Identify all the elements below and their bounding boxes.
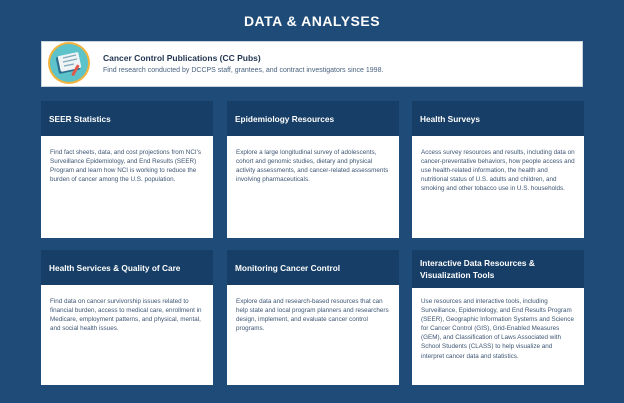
card-health-services-quality-of-care[interactable]: Health Services & Quality of Care Find d… xyxy=(41,250,213,385)
card-description: Explore a large longitudinal survey of a… xyxy=(227,136,399,238)
card-monitoring-cancer-control[interactable]: Monitoring Cancer Control Explore data a… xyxy=(227,250,399,385)
page-title: DATA & ANALYSES xyxy=(243,13,381,29)
card-description: Find fact sheets, data, and cost project… xyxy=(41,136,213,238)
card-title[interactable]: Epidemiology Resources xyxy=(227,101,399,136)
card-title[interactable]: Interactive Data Resources & Visualizati… xyxy=(412,250,584,288)
featured-description: Find research conducted by DCCPS staff, … xyxy=(103,67,384,74)
card-health-surveys[interactable]: Health Surveys Access survey resources a… xyxy=(412,101,584,238)
card-seer-statistics[interactable]: SEER Statistics Find fact sheets, data, … xyxy=(41,101,213,238)
featured-title[interactable]: Cancer Control Publications (CC Pubs) xyxy=(103,53,261,63)
featured-publication-card[interactable]: Cancer Control Publications (CC Pubs) Fi… xyxy=(41,41,583,87)
publications-icon xyxy=(48,42,90,84)
card-description: Use resources and interactive tools, inc… xyxy=(412,288,584,385)
card-epidemiology-resources[interactable]: Epidemiology Resources Explore a large l… xyxy=(227,101,399,238)
card-description: Explore data and research-based resource… xyxy=(227,285,399,385)
card-description: Access survey resources and results, inc… xyxy=(412,136,584,238)
card-title[interactable]: Health Surveys xyxy=(412,101,584,136)
card-interactive-data-resources[interactable]: Interactive Data Resources & Visualizati… xyxy=(412,250,584,385)
card-description: Find data on cancer survivorship issues … xyxy=(41,285,213,385)
card-title[interactable]: Health Services & Quality of Care xyxy=(41,250,213,285)
card-title[interactable]: SEER Statistics xyxy=(41,101,213,136)
card-title[interactable]: Monitoring Cancer Control xyxy=(227,250,399,285)
